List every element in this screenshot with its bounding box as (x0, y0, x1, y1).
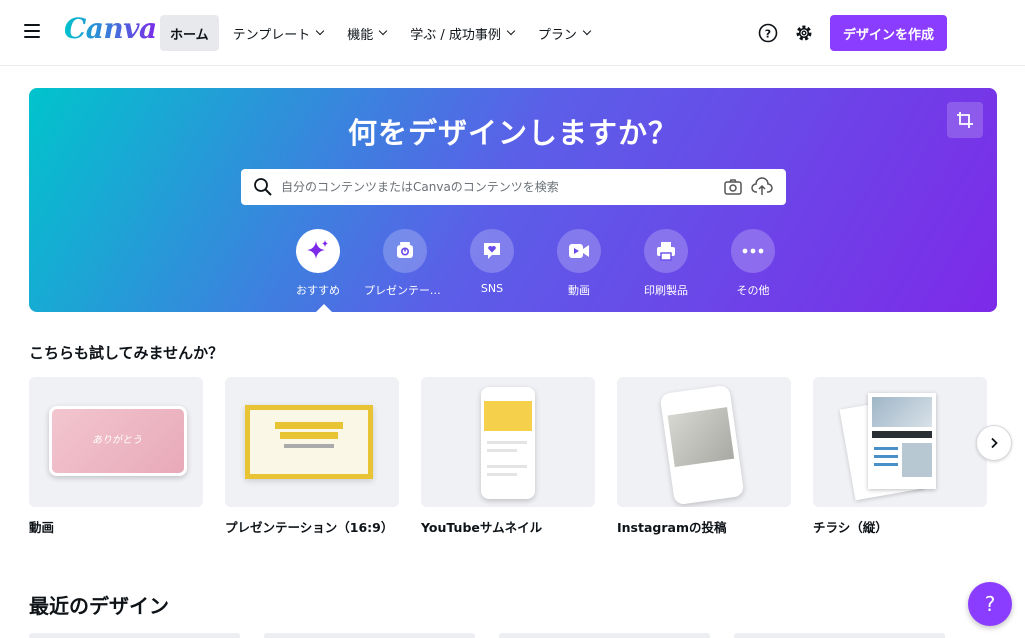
camera-search-icon[interactable] (723, 177, 743, 201)
main-nav: ホーム テンプレート 機能 学ぶ / 成功事例 プラン (160, 15, 604, 51)
search-icon (253, 177, 273, 201)
thumbnail (421, 377, 595, 507)
crop-resize-icon[interactable] (947, 102, 983, 138)
printer-icon (644, 229, 688, 273)
suggestion-card-video[interactable]: ありがとう 動画 (29, 377, 203, 536)
nav-plans[interactable]: プラン (528, 15, 600, 51)
upload-cloud-icon[interactable] (751, 177, 773, 201)
recent-designs-title: 最近のデザイン (29, 594, 169, 618)
thumbnail: ありがとう (29, 377, 203, 507)
active-category-indicator (315, 304, 333, 312)
svg-text:?: ? (765, 28, 771, 41)
thumbnail (617, 377, 791, 507)
presentation-icon (383, 229, 427, 273)
chevron-down-icon (316, 26, 325, 36)
suggestions-title: こちらも試してみませんか？ (29, 344, 224, 362)
carousel-next-button[interactable] (976, 425, 1012, 461)
category-print[interactable]: 印刷製品 (622, 229, 710, 298)
video-camera-icon (557, 229, 601, 273)
chevron-right-icon (991, 437, 998, 449)
chevron-down-icon (582, 26, 592, 36)
thumbnail (813, 377, 987, 507)
category-sns[interactable]: SNS (448, 229, 536, 298)
hero-banner: 何をデザインしますか？ おすすめ プレゼンテーション (29, 88, 997, 312)
nav-features[interactable]: 機能 (337, 15, 396, 51)
category-recommended[interactable]: おすすめ (274, 229, 362, 298)
question-circle-icon[interactable]: ? (757, 22, 779, 44)
hero-title: 何をデザインしますか？ (347, 116, 678, 150)
category-presentation[interactable]: プレゼンテーション (361, 229, 449, 298)
suggestion-card-flyer[interactable]: チラシ（縦） (813, 377, 987, 536)
top-header: Canva ホーム テンプレート 機能 学ぶ / 成功事例 プラン ? デザイン… (0, 0, 1025, 66)
more-dots-icon (731, 229, 775, 273)
nav-home[interactable]: ホーム (160, 15, 219, 51)
suggestion-card-instagram-post[interactable]: Instagramの投稿 (617, 377, 791, 536)
help-fab-button[interactable]: ? (968, 582, 1012, 626)
nav-learn[interactable]: 学ぶ / 成功事例 (400, 15, 524, 51)
category-video[interactable]: 動画 (535, 229, 623, 298)
category-more[interactable]: その他 (709, 229, 797, 298)
nav-templates[interactable]: テンプレート (223, 15, 334, 51)
suggestion-carousel: ありがとう 動画 プレゼンテーション（16:9） YouTubeサムネイル In… (29, 377, 1009, 536)
heart-chat-icon (470, 229, 514, 273)
create-design-button[interactable]: デザインを作成 (830, 15, 947, 51)
search-input[interactable] (281, 169, 711, 205)
thumbnail (225, 377, 399, 507)
suggestion-card-presentation[interactable]: プレゼンテーション（16:9） (225, 377, 399, 536)
gear-icon[interactable] (793, 22, 815, 44)
category-row: おすすめ プレゼンテーション SNS 動画 印刷製品 (274, 229, 796, 298)
suggestion-card-youtube-thumbnail[interactable]: YouTubeサムネイル (421, 377, 595, 536)
search-bar (241, 169, 786, 205)
canva-logo[interactable]: Canva (64, 12, 157, 45)
chevron-down-icon (506, 26, 516, 36)
menu-icon[interactable] (24, 24, 40, 40)
recent-designs-row (29, 633, 969, 638)
chevron-down-icon (379, 26, 388, 36)
sparkle-icon (296, 229, 340, 273)
